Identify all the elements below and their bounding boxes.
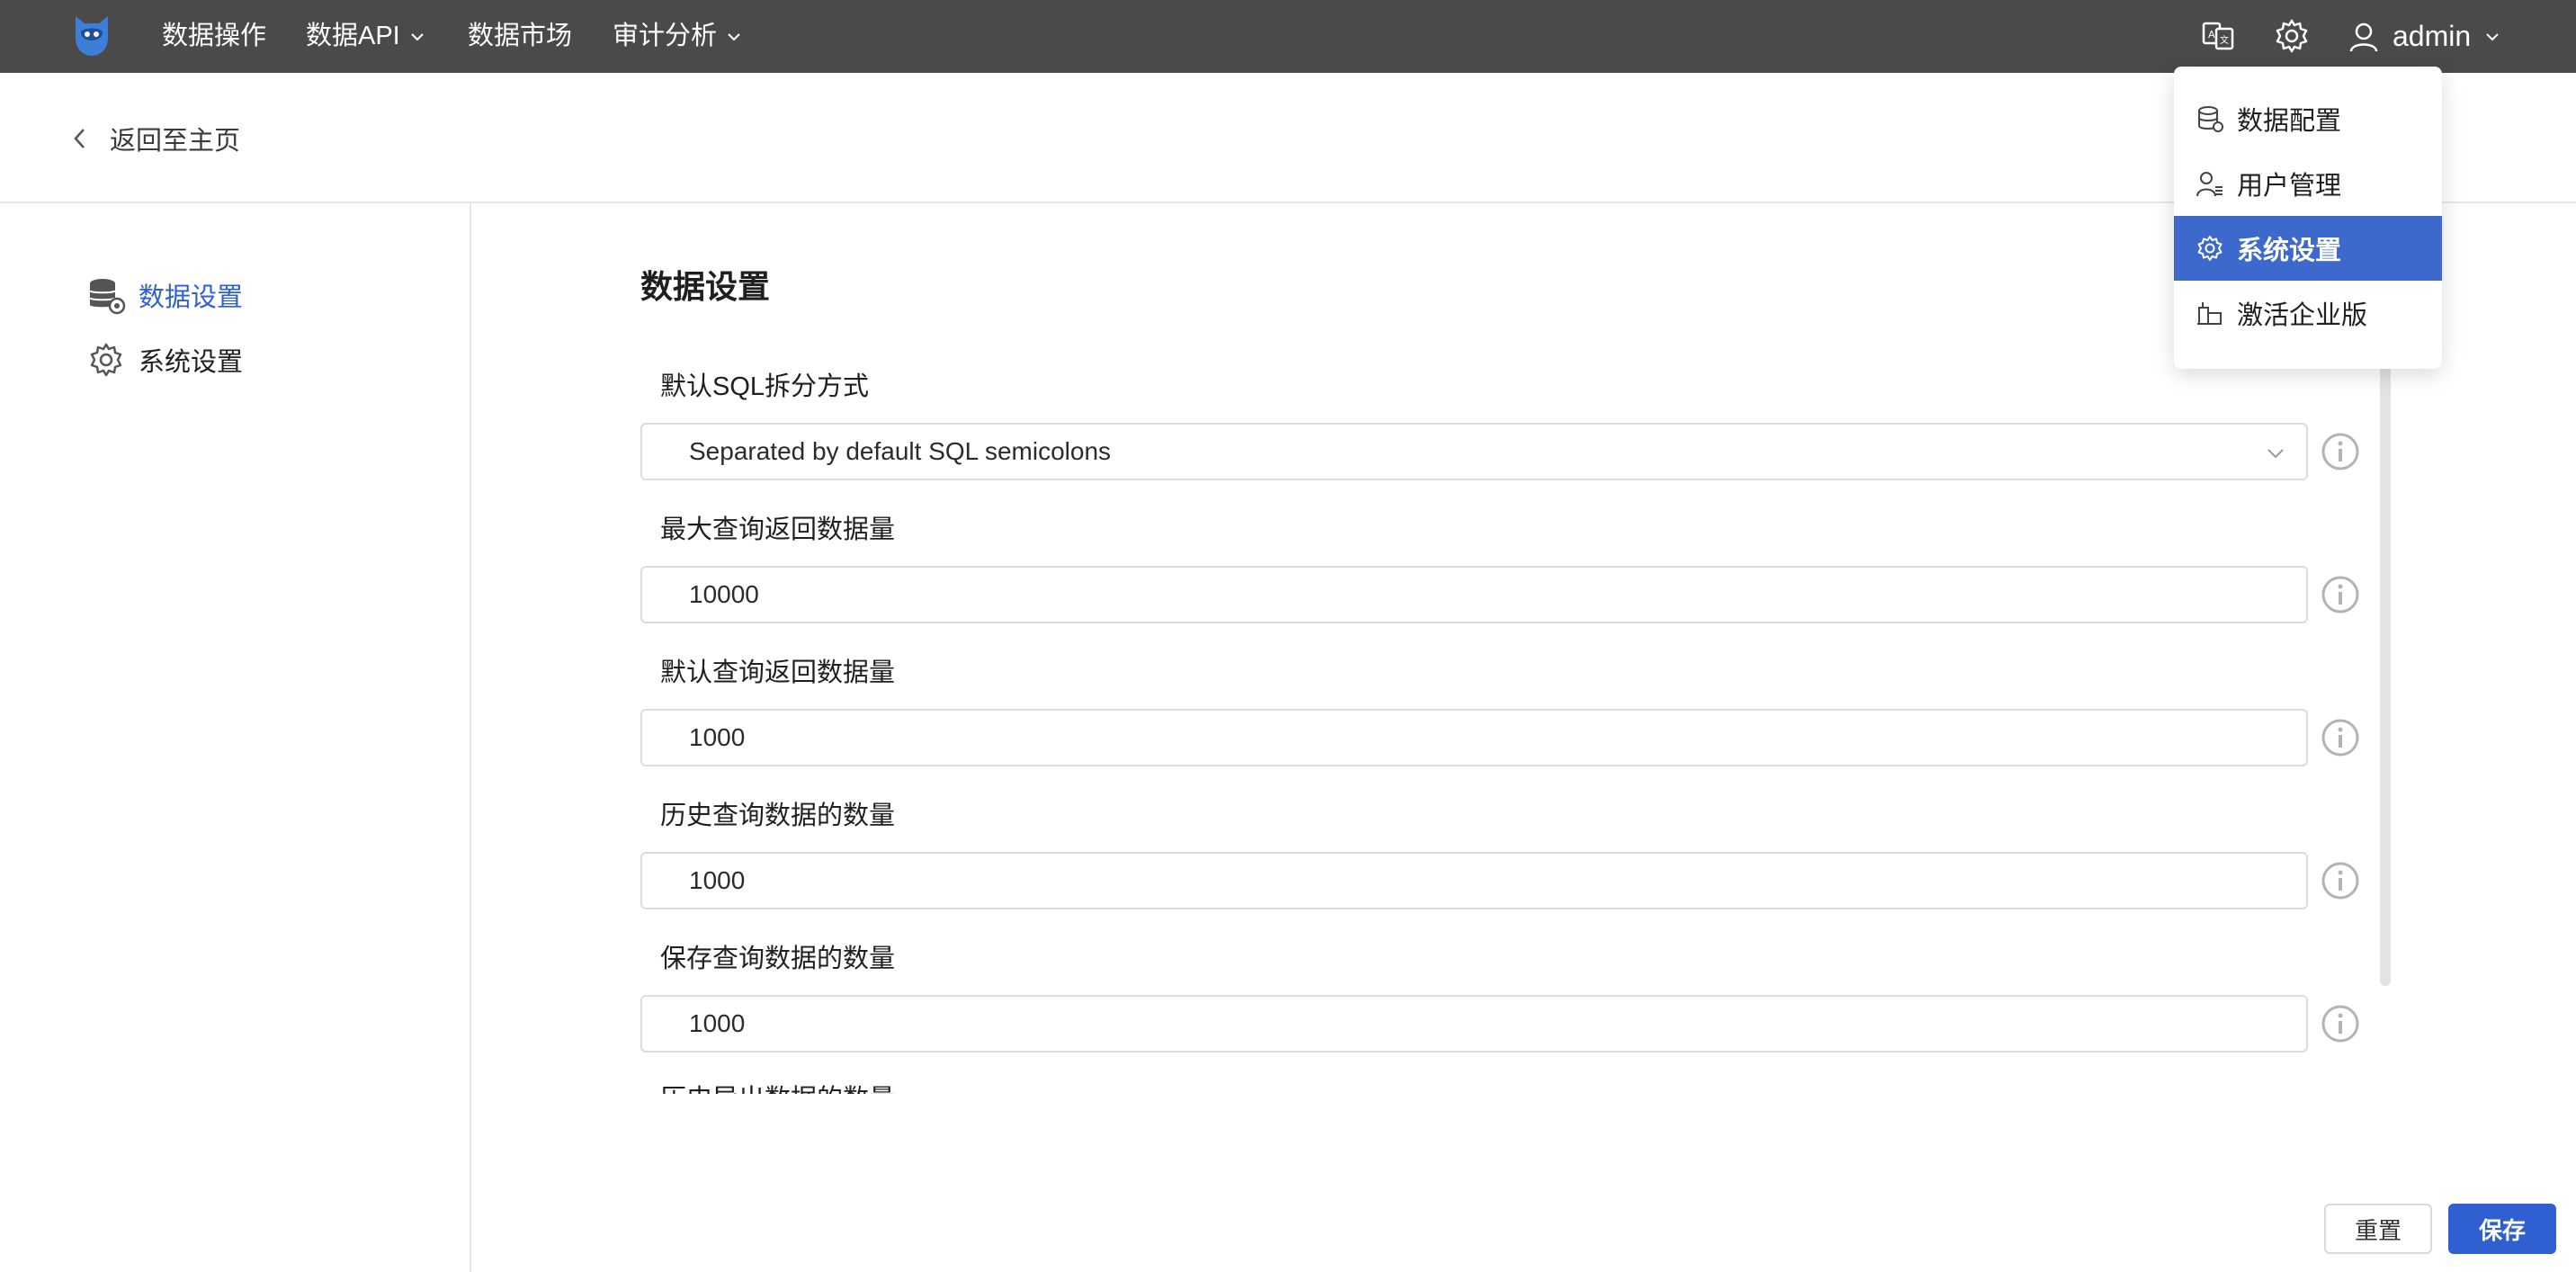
svg-text:A: A [2208, 29, 2215, 40]
translate-icon[interactable]: A 文 [2200, 18, 2236, 54]
info-icon[interactable] [2321, 1004, 2360, 1044]
sql-split-select[interactable]: Separated by default SQL semicolons [640, 423, 2308, 480]
user-manage-icon [2196, 172, 2223, 197]
field-label-history-export: 历史导出数据的数量 [660, 1078, 895, 1094]
save-button[interactable]: 保存 [2448, 1204, 2556, 1254]
info-icon[interactable] [2321, 575, 2360, 614]
info-icon[interactable] [2321, 432, 2360, 471]
input-value: 10000 [689, 580, 759, 608]
chevron-down-icon [728, 32, 740, 40]
enterprise-icon [2197, 302, 2222, 325]
back-to-home-link[interactable]: 返回至主页 [70, 120, 240, 157]
sidebar-item-label: 系统设置 [139, 348, 244, 377]
input-value: 1000 [689, 723, 746, 751]
menu-item-label: 用户管理 [2237, 172, 2342, 201]
gear-icon[interactable] [2274, 18, 2310, 54]
database-icon [2198, 106, 2223, 132]
back-label: 返回至主页 [110, 127, 241, 156]
field-label-sql-split: 默认SQL拆分方式 [660, 372, 870, 401]
menu-item-data-config[interactable]: 数据配置 [2174, 86, 2442, 151]
field-label-history-query: 历史查询数据的数量 [660, 802, 896, 830]
top-navbar: 数据操作 数据API 数据市场 审计分析 A 文 admin [0, 0, 2576, 73]
sidebar-item-data-settings[interactable]: 数据设置 [86, 275, 243, 315]
user-icon [2349, 22, 2378, 51]
menu-item-label: 数据配置 [2237, 107, 2342, 136]
page-title: 数据设置 [640, 268, 771, 305]
username: admin [2393, 20, 2472, 52]
sidebar-item-system-settings[interactable]: 系统设置 [86, 340, 243, 380]
reset-button[interactable]: 重置 [2324, 1204, 2432, 1254]
menu-item-activate-enterprise[interactable]: 激活企业版 [2174, 281, 2442, 345]
nav-label: 审计分析 [613, 22, 718, 50]
nav-audit-analysis[interactable]: 审计分析 [613, 0, 742, 73]
nav-label: 数据API [306, 22, 400, 50]
menu-item-system-settings[interactable]: 系统设置 [2174, 216, 2442, 281]
default-query-input[interactable]: 1000 [640, 709, 2308, 766]
info-icon[interactable] [2321, 861, 2360, 900]
input-value: 1000 [689, 866, 746, 894]
nav-data-api[interactable]: 数据API [306, 0, 425, 73]
database-settings-icon [89, 279, 126, 315]
input-value: 1000 [689, 1009, 746, 1037]
saved-query-input[interactable]: 1000 [640, 995, 2308, 1053]
nav-label: 数据操作 [162, 22, 267, 50]
gear-icon [2197, 236, 2223, 261]
nav-data-market[interactable]: 数据市场 [468, 0, 572, 73]
info-icon[interactable] [2321, 718, 2360, 757]
settings-sidebar: 数据设置 系统设置 [0, 203, 471, 1272]
menu-item-label: 系统设置 [2237, 237, 2342, 265]
chevron-left-icon [74, 129, 85, 148]
settings-dropdown-menu: 数据配置 用户管理 系统设置 激活企业版 [2174, 67, 2442, 369]
menu-item-user-management[interactable]: 用户管理 [2174, 151, 2442, 216]
user-menu[interactable]: admin [2348, 0, 2501, 73]
chevron-down-icon [2267, 449, 2284, 459]
nav-label: 数据市场 [468, 22, 573, 50]
nav-data-operation[interactable]: 数据操作 [162, 0, 266, 73]
field-label-default-query: 默认查询返回数据量 [660, 658, 896, 687]
chevron-down-icon [411, 32, 424, 40]
chevron-down-icon [2486, 32, 2499, 40]
select-value: Separated by default SQL semicolons [689, 437, 1112, 465]
history-query-input[interactable]: 1000 [640, 852, 2308, 909]
menu-item-label: 激活企业版 [2237, 301, 2368, 330]
field-label-saved-query: 保存查询数据的数量 [660, 945, 896, 973]
svg-text:文: 文 [2220, 34, 2229, 46]
field-label-max-query: 最大查询返回数据量 [660, 515, 896, 544]
max-query-input[interactable]: 10000 [640, 566, 2308, 623]
gear-icon [90, 343, 122, 377]
sidebar-item-label: 数据设置 [139, 283, 244, 312]
logo-icon[interactable] [72, 13, 112, 59]
